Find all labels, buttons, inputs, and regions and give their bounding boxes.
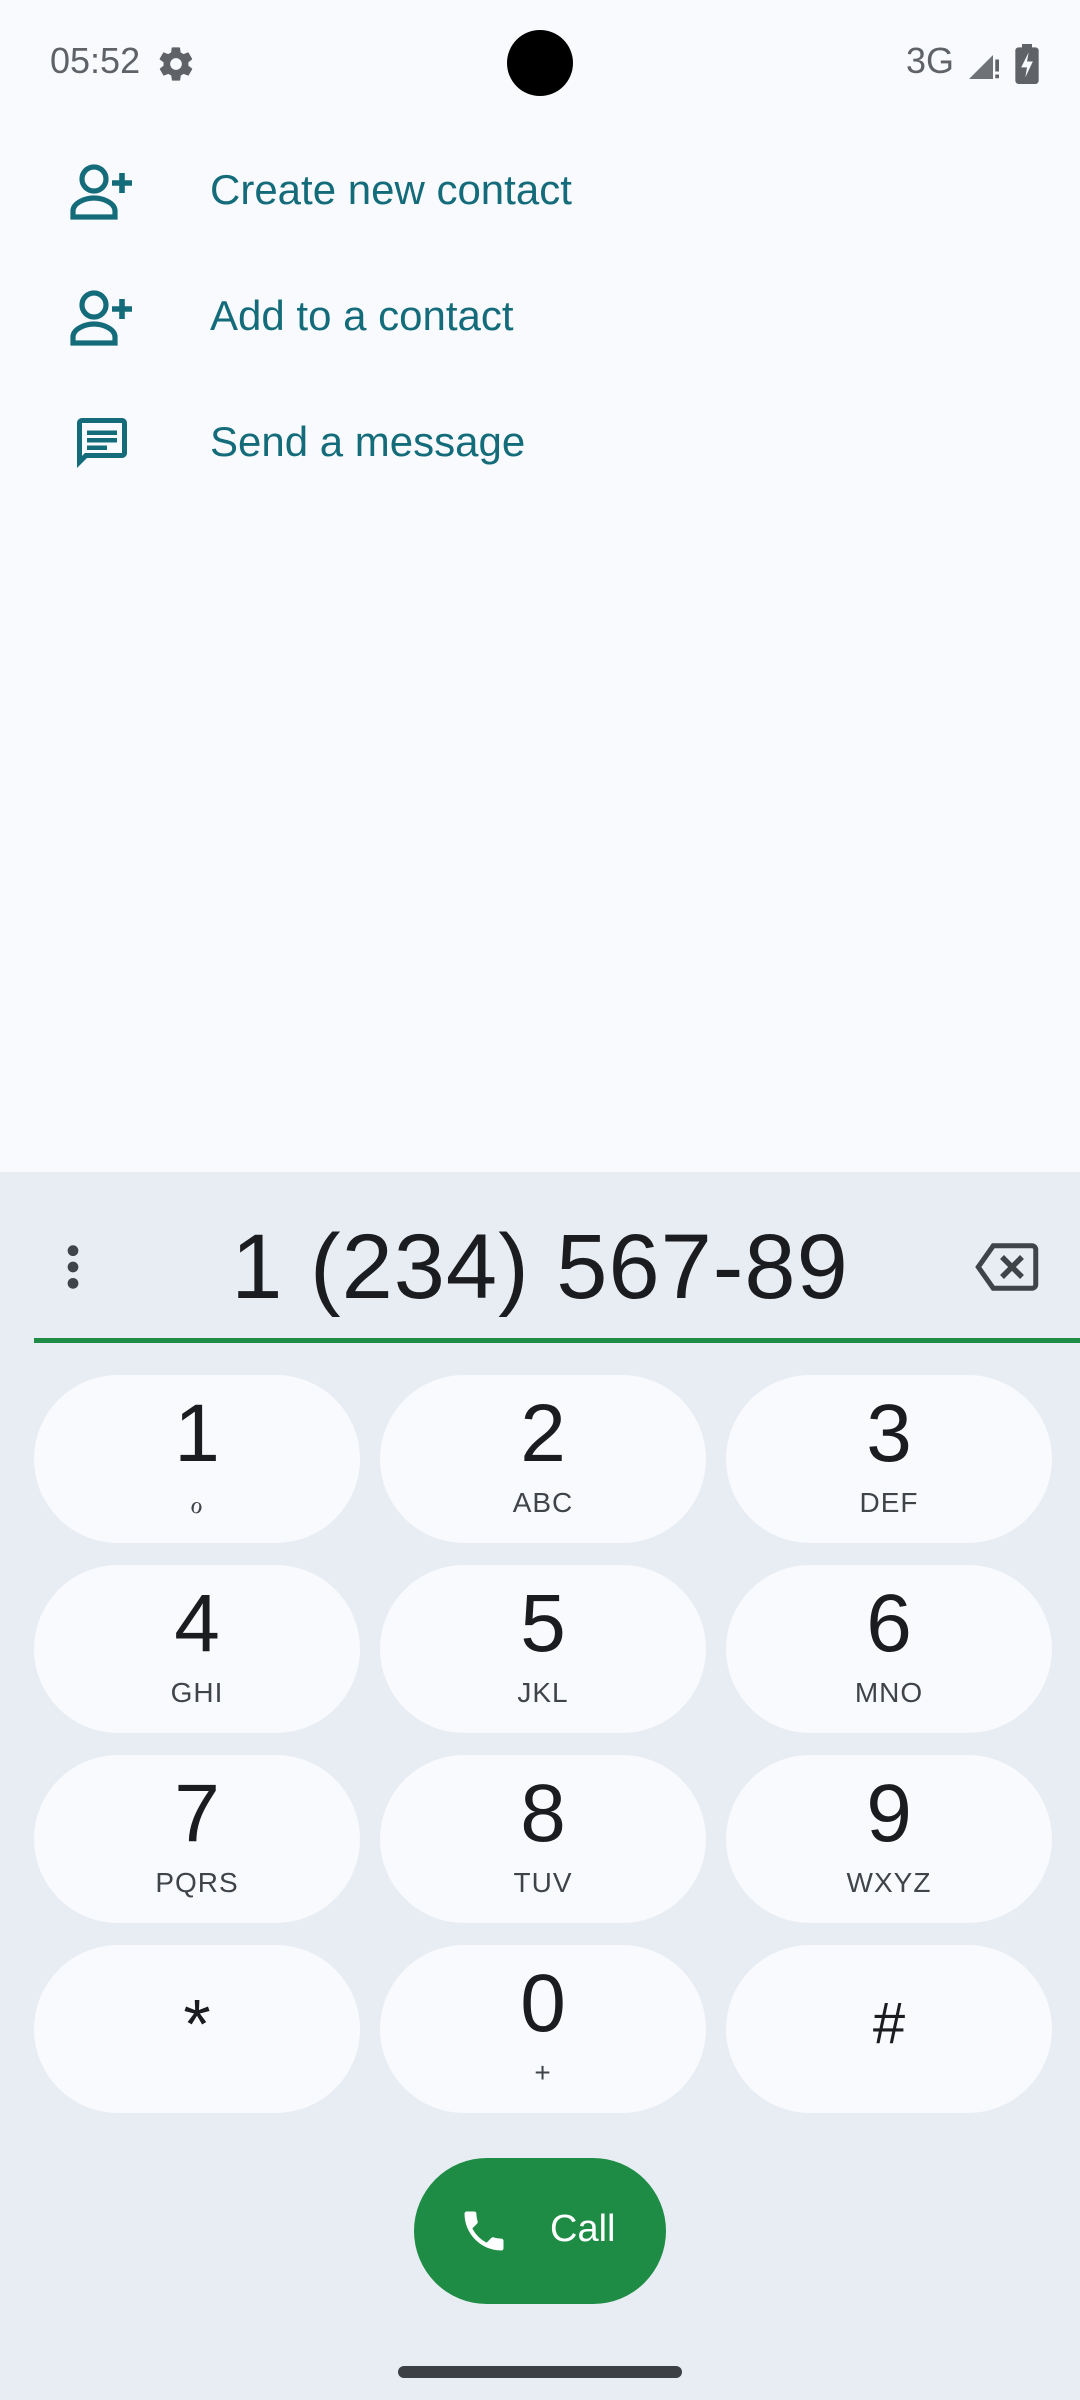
backspace-icon — [975, 1243, 1039, 1291]
key-digit: 0 — [520, 1958, 566, 2049]
more-options-button[interactable] — [0, 1196, 146, 1338]
camera-cutout — [507, 30, 573, 96]
key-digit: 6 — [866, 1578, 912, 1669]
key-digit: 7 — [174, 1768, 220, 1859]
more-vert-icon — [67, 1245, 79, 1289]
battery-charging-icon — [1015, 44, 1039, 84]
key-letters: JKL — [517, 1677, 569, 1708]
key-digit: 3 — [866, 1388, 912, 1479]
send-message-label: Send a message — [210, 418, 526, 465]
key-letters: PQRS — [155, 1867, 239, 1898]
key-digit: # — [872, 1991, 906, 2056]
key-digit: 5 — [520, 1578, 566, 1669]
status-bar: 05:52 3G — [0, 0, 1080, 128]
message-icon — [77, 418, 127, 468]
key-5[interactable]: 5 JKL — [380, 1565, 706, 1733]
key-letters: TUV — [513, 1867, 573, 1898]
call-label: Call — [550, 2208, 616, 2250]
add-person-icon — [70, 290, 132, 346]
key-star[interactable]: * — [34, 1945, 360, 2113]
input-underline — [34, 1338, 1080, 1343]
create-new-contact-item[interactable]: Create new contact — [0, 128, 1080, 254]
key-digit: * — [183, 1985, 211, 2063]
voicemail-icon: ℴ — [190, 1488, 204, 1519]
key-letters: GHI — [170, 1677, 224, 1708]
key-letters: + — [534, 2057, 552, 2088]
backspace-button[interactable] — [934, 1196, 1080, 1338]
key-digit: 1 — [174, 1388, 220, 1479]
key-7[interactable]: 7 PQRS — [34, 1755, 360, 1923]
key-3[interactable]: 3 DEF — [726, 1375, 1052, 1543]
key-digit: 2 — [520, 1388, 566, 1479]
key-2[interactable]: 2 ABC — [380, 1375, 706, 1543]
add-to-contact-label: Add to a contact — [210, 292, 514, 339]
key-digit: 4 — [174, 1578, 220, 1669]
dialed-number-field[interactable]: 1 (234) 567-89 — [146, 1196, 934, 1338]
add-person-icon — [70, 164, 132, 220]
key-9[interactable]: 9 WXYZ — [726, 1755, 1052, 1923]
key-8[interactable]: 8 TUV — [380, 1755, 706, 1923]
key-0[interactable]: 0 + — [380, 1945, 706, 2113]
signal-icon — [969, 55, 999, 79]
key-6[interactable]: 6 MNO — [726, 1565, 1052, 1733]
key-digit: 9 — [866, 1768, 912, 1859]
send-message-item[interactable]: Send a message — [0, 380, 1080, 506]
gesture-nav-handle[interactable] — [398, 2366, 682, 2378]
gear-icon — [159, 47, 193, 81]
key-1[interactable]: 1 ℴ — [34, 1375, 360, 1543]
call-button[interactable]: Call — [414, 2158, 666, 2304]
key-letters: DEF — [859, 1487, 919, 1518]
key-letters: MNO — [854, 1677, 924, 1708]
key-pound[interactable]: # — [726, 1945, 1052, 2113]
key-letters: ABC — [512, 1487, 574, 1518]
status-time: 05:52 — [50, 40, 141, 81]
add-to-contact-item[interactable]: Add to a contact — [0, 254, 1080, 380]
key-4[interactable]: 4 GHI — [34, 1565, 360, 1733]
create-new-contact-label: Create new contact — [210, 166, 572, 213]
key-letters: WXYZ — [846, 1867, 932, 1898]
network-type: 3G — [905, 40, 954, 81]
phone-icon — [464, 2211, 504, 2251]
key-digit: 8 — [520, 1768, 566, 1859]
